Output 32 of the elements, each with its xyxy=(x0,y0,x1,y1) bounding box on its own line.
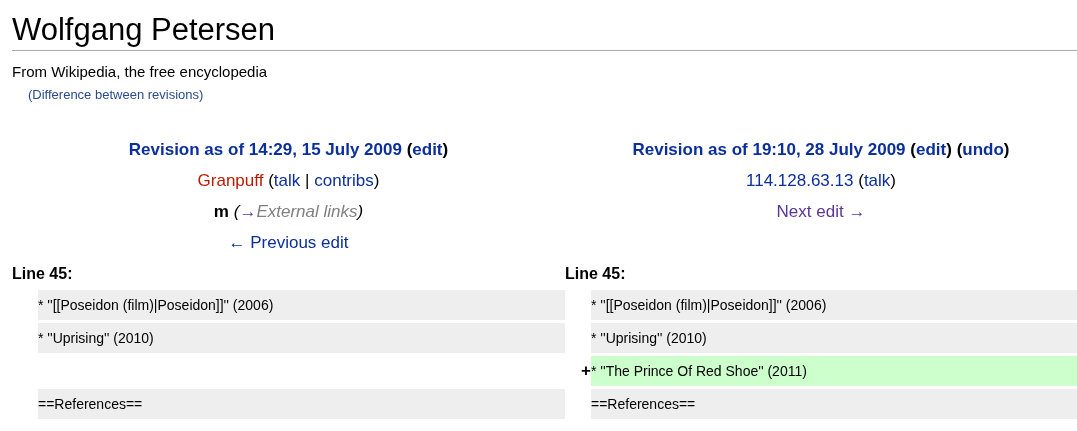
punctuation-text: ( xyxy=(268,171,274,190)
link[interactable]: talk xyxy=(273,171,301,190)
punctuation-text: ) xyxy=(373,171,380,190)
link[interactable]: ← Previous edit xyxy=(228,233,349,252)
page-subtitle: (Difference between revisions) xyxy=(27,86,205,104)
punctuation-text: ( xyxy=(858,171,864,190)
revision-link[interactable]: Revision as of 14:29, 15 July 2009 xyxy=(128,140,402,159)
punctuation-text: ) xyxy=(357,202,364,221)
tagline: From Wikipedia, the free encyclopedia xyxy=(12,62,269,82)
line-number-label: Line 45: xyxy=(565,265,626,282)
punctuation-text: ( xyxy=(406,140,413,159)
link[interactable]: contribs xyxy=(314,171,374,190)
minor-edit-label: m xyxy=(213,202,229,221)
link[interactable]: 114.128.63.13 xyxy=(746,171,854,190)
revision-link[interactable]: Revision as of 19:10, 28 July 2009 xyxy=(632,140,906,159)
diff-marker: + xyxy=(581,361,591,380)
page-title: Wolfgang Petersen xyxy=(12,0,1077,51)
punctuation-text: ) xyxy=(946,140,952,159)
link[interactable]: talk xyxy=(863,171,891,190)
punctuation-text: ( xyxy=(956,140,963,159)
revision-link[interactable]: undo xyxy=(962,140,1004,159)
punctuation-text: ( xyxy=(910,140,916,159)
punctuation-text: ( xyxy=(233,202,240,221)
line-number-label: Line 45: xyxy=(12,265,73,282)
link[interactable]: Next edit → xyxy=(776,202,866,221)
punctuation-text: ) xyxy=(442,140,449,159)
user-link[interactable]: Granpuff xyxy=(197,171,264,190)
revision-link[interactable]: edit xyxy=(412,140,443,159)
revision-link[interactable]: edit xyxy=(916,140,947,159)
punctuation-text: ) xyxy=(890,171,896,190)
punctuation-text: ) xyxy=(1003,140,1010,159)
punctuation-text: | xyxy=(305,171,310,190)
